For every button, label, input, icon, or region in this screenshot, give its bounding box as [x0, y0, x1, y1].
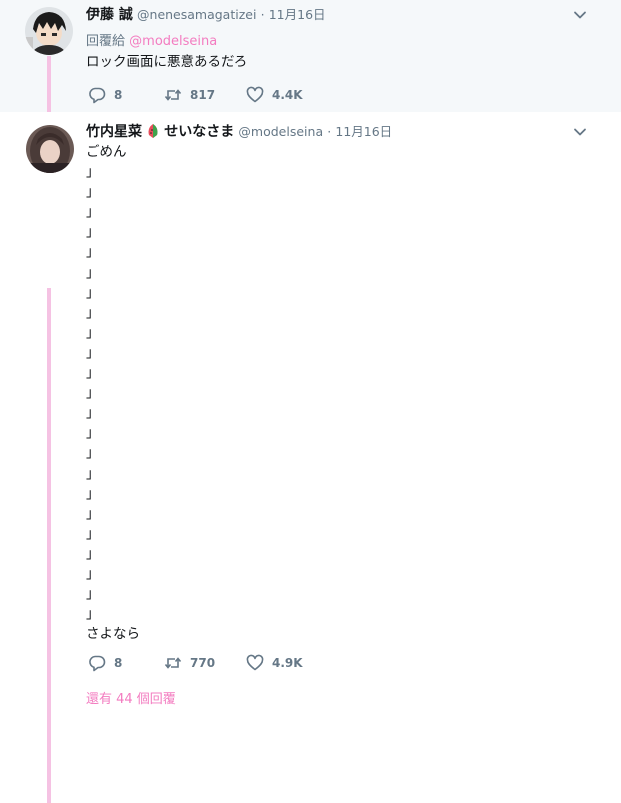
reply-handle-link[interactable]: @modelseina — [129, 34, 217, 49]
like-count: 4.4K — [272, 88, 303, 102]
display-name[interactable]: 竹内星菜 — [86, 124, 142, 140]
separator: · — [327, 124, 332, 139]
tweet-text-line: 」 — [86, 204, 100, 221]
avatar[interactable] — [26, 125, 74, 173]
like-button[interactable]: 4.4K — [246, 85, 303, 105]
thread-line — [47, 56, 51, 112]
thread-continuation-dots — [47, 693, 51, 711]
show-more-replies-link[interactable]: 還有 44 個回覆 — [86, 688, 176, 707]
reply-button[interactable]: 8 — [88, 653, 122, 673]
reply-count: 8 — [114, 656, 123, 670]
tweet-text-line: 」 — [86, 545, 100, 562]
retweet-count: 817 — [190, 88, 216, 102]
retweet-icon — [164, 89, 182, 101]
tweet-text-line: 」 — [86, 324, 100, 341]
tweet-header: 竹内星菜 せいなさま @modelseina · 11月16日 — [86, 123, 392, 141]
thread-line — [47, 288, 51, 803]
tweet-header: 伊藤 誠 @nenesamagatizei · 11月16日 — [86, 6, 326, 24]
tweet-text-line: 」 — [86, 485, 100, 502]
timestamp[interactable]: 11月16日 — [269, 7, 326, 22]
retweet-button[interactable]: 770 — [164, 653, 215, 673]
like-button[interactable]: 4.9K — [246, 653, 303, 673]
tweet-text-line: 」 — [86, 284, 100, 301]
retweet-count: 770 — [190, 656, 216, 670]
tweet-2[interactable]: 竹内星菜 せいなさま @modelseina · 11月16日 ごめん」」」」」… — [0, 112, 621, 803]
reply-count: 8 — [114, 88, 123, 102]
reply-button[interactable]: 8 — [88, 85, 122, 105]
tweet-text-line: 」 — [86, 385, 100, 402]
like-count: 4.9K — [272, 656, 303, 670]
avatar[interactable] — [25, 7, 73, 55]
reply-icon — [89, 87, 106, 104]
display-name-suffix[interactable]: せいなさま — [164, 124, 234, 140]
tweet-text-line: さよなら — [86, 626, 140, 643]
timestamp[interactable]: 11月16日 — [335, 124, 392, 139]
tweet-text-line: 」 — [86, 465, 100, 482]
heart-icon — [246, 654, 264, 671]
heart-icon — [246, 86, 264, 103]
reply-icon — [89, 655, 106, 672]
tweet-text-line: 」 — [86, 445, 100, 462]
watermelon-icon — [148, 124, 158, 138]
reply-label: 回覆給 — [86, 34, 126, 49]
retweet-icon — [164, 657, 182, 669]
username[interactable]: @nenesamagatizei — [137, 7, 256, 22]
tweet-text-line: 」 — [86, 184, 100, 201]
display-name[interactable]: 伊藤 誠 — [86, 7, 133, 23]
tweet-text-line: 」 — [86, 244, 100, 261]
tweet-text-line: 」 — [86, 224, 100, 241]
chevron-down-icon[interactable] — [573, 8, 587, 22]
tweet-text-line: 」 — [86, 606, 100, 623]
tweet-text: ごめん」」」」」」」」」」」」」」」」」」」」」」」さよなら — [86, 142, 140, 644]
tweet-1[interactable]: 伊藤 誠 @nenesamagatizei · 11月16日 回覆給 @mode… — [0, 0, 621, 112]
retweet-button[interactable]: 817 — [164, 85, 215, 105]
tweet-text-line: 」 — [86, 344, 100, 361]
separator: · — [260, 7, 265, 22]
tweet-text-line: 」 — [86, 505, 100, 522]
tweet-text-line: 」 — [86, 525, 100, 542]
tweet-text-line: 」 — [86, 164, 100, 181]
tweet-text: ロック画面に悪意あるだろ — [86, 54, 248, 70]
tweet-text-line: 」 — [86, 425, 100, 442]
chevron-down-icon[interactable] — [573, 125, 587, 139]
tweet-text-line: 」 — [86, 565, 100, 582]
username[interactable]: @modelseina — [238, 124, 323, 139]
tweet-text-line: 」 — [86, 405, 100, 422]
tweet-text-line: 」 — [86, 365, 100, 382]
replying-to: 回覆給 @modelseina — [86, 30, 217, 49]
tweet-text-line: 」 — [86, 264, 100, 281]
tweet-text-line: ごめん — [86, 144, 127, 160]
tweet-text-line: 」 — [86, 304, 100, 321]
tweet-text-line: 」 — [86, 586, 100, 603]
